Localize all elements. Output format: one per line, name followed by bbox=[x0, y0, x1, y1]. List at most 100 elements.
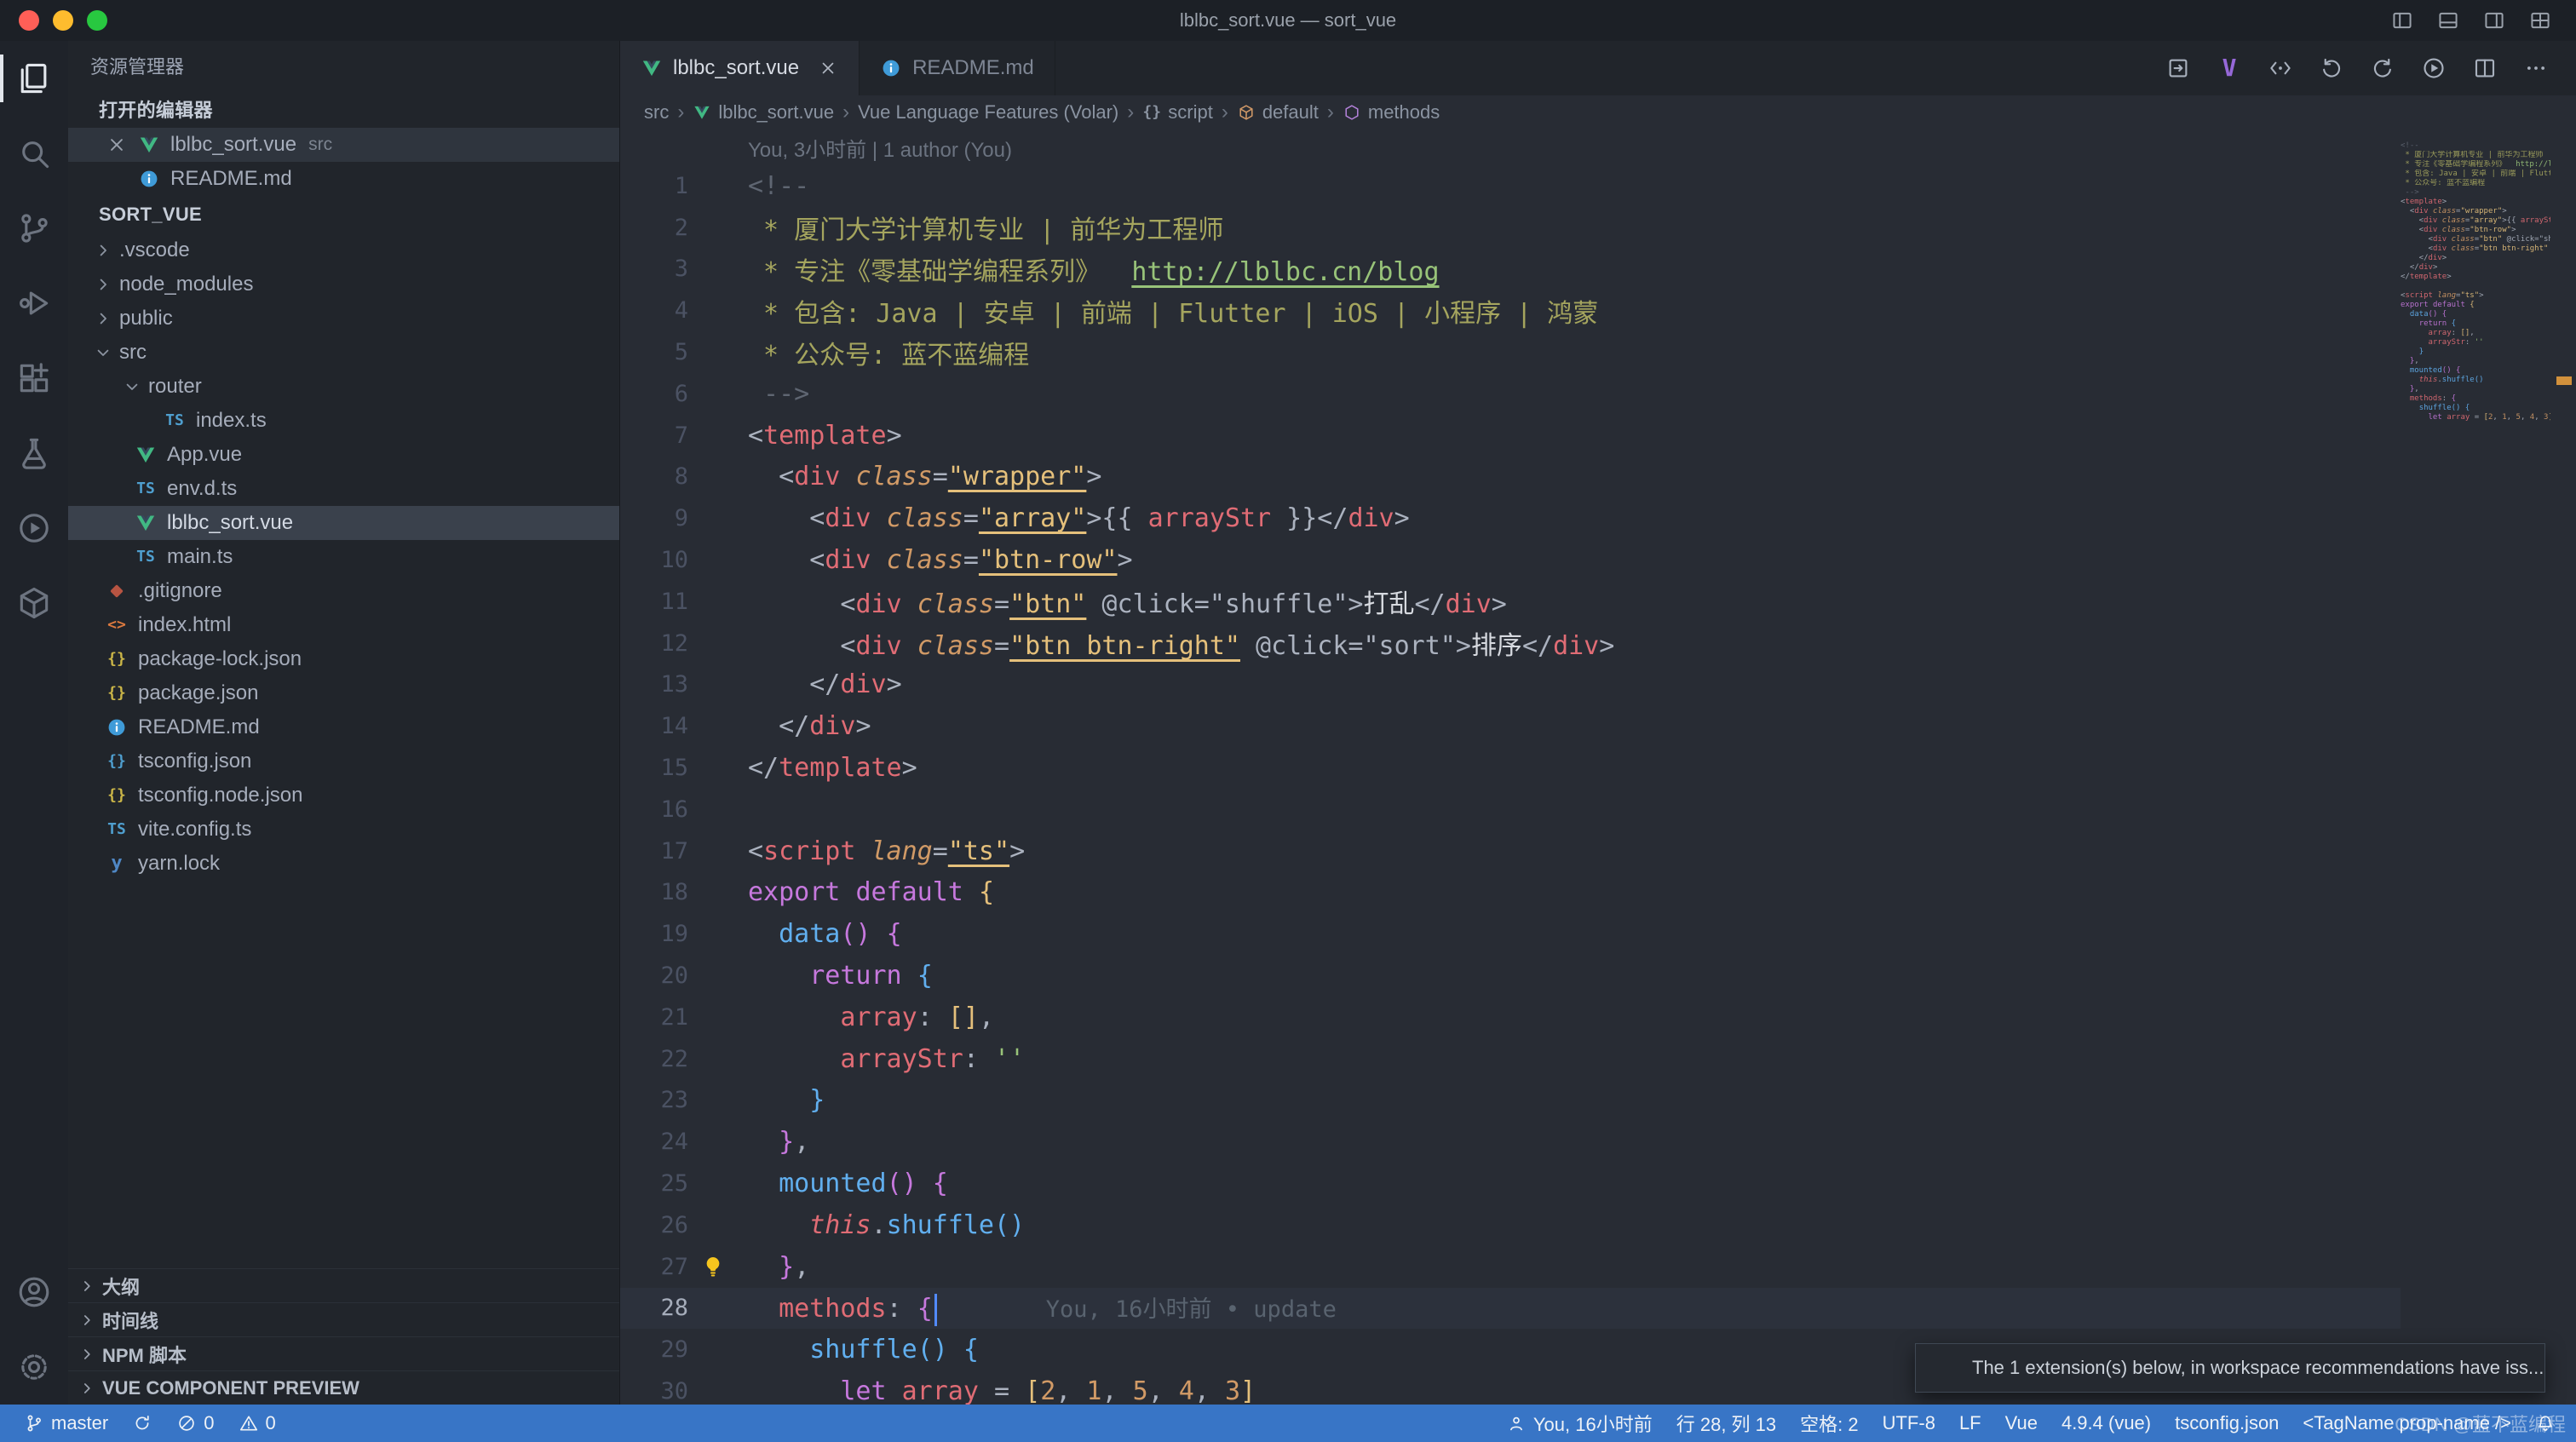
sidebar-section[interactable]: 大纲 bbox=[68, 1268, 619, 1302]
status-problems-warnings[interactable]: 0 bbox=[227, 1405, 288, 1442]
code-line[interactable]: 9 <div class="array">{{ arrayStr }}</div… bbox=[620, 497, 2401, 539]
activity-search[interactable] bbox=[0, 116, 68, 191]
line-number[interactable]: 10 bbox=[620, 547, 688, 573]
minimize-window-button[interactable] bbox=[53, 10, 73, 31]
code-line[interactable]: 5 * 公众号: 蓝不蓝编程 bbox=[620, 331, 2401, 373]
navigate-forward-button[interactable] bbox=[2370, 55, 2395, 81]
line-number[interactable]: 16 bbox=[620, 796, 688, 823]
navigate-back-button[interactable] bbox=[2319, 55, 2344, 81]
code-line[interactable]: 22 arrayStr: '' bbox=[620, 1038, 2401, 1080]
close-icon[interactable] bbox=[818, 58, 838, 78]
status-problems-errors[interactable]: 0 bbox=[164, 1405, 226, 1442]
line-number[interactable]: 8 bbox=[620, 463, 688, 490]
code-line[interactable]: 19 data() { bbox=[620, 913, 2401, 955]
status-sync[interactable] bbox=[120, 1405, 164, 1442]
line-number[interactable]: 2 bbox=[620, 215, 688, 241]
tree-item[interactable]: <>index.html bbox=[68, 608, 619, 642]
code-line[interactable]: 15</template> bbox=[620, 747, 2401, 789]
line-number[interactable]: 13 bbox=[620, 671, 688, 698]
open-editor-item[interactable]: lblbc_sort.vuesrc bbox=[68, 128, 619, 162]
activity-project-manager[interactable] bbox=[0, 566, 68, 641]
toggle-secondary-sidebar-icon[interactable] bbox=[2482, 9, 2506, 32]
open-changes-button[interactable] bbox=[2165, 55, 2191, 81]
status-blame[interactable]: You, 16小时前 bbox=[1494, 1405, 1665, 1442]
line-number[interactable]: 28 bbox=[620, 1295, 688, 1321]
code-line[interactable]: 11 <div class="btn" @click="shuffle">打乱<… bbox=[620, 581, 2401, 623]
tab-lblbc_sort.vue[interactable]: lblbc_sort.vue bbox=[620, 41, 860, 95]
line-number[interactable]: 21 bbox=[620, 1004, 688, 1031]
tree-item[interactable]: .gitignore bbox=[68, 574, 619, 608]
run-file-button[interactable] bbox=[2421, 55, 2447, 81]
line-number[interactable]: 1 bbox=[620, 173, 688, 199]
code-line[interactable]: 16 bbox=[620, 789, 2401, 830]
status-tag-template[interactable]: <TagName prop-name /> bbox=[2291, 1405, 2523, 1442]
code-line[interactable]: 6 --> bbox=[620, 373, 2401, 415]
activity-live-preview[interactable] bbox=[0, 491, 68, 566]
sidebar-section[interactable]: VUE COMPONENT PREVIEW bbox=[68, 1370, 619, 1405]
split-editor-button[interactable] bbox=[2472, 55, 2498, 81]
line-number[interactable]: 4 bbox=[620, 297, 688, 324]
codelens[interactable]: You, 3小时前 | 1 author (You) bbox=[620, 129, 2401, 165]
code-line[interactable]: 7<template> bbox=[620, 415, 2401, 457]
notification-toast[interactable]: The 1 extension(s) below, in workspace r… bbox=[1915, 1343, 2545, 1393]
breadcrumb-item[interactable]: methods bbox=[1343, 101, 1440, 124]
tree-item[interactable]: {}tsconfig.node.json bbox=[68, 778, 619, 813]
tree-item[interactable]: router bbox=[68, 370, 619, 404]
code-line[interactable]: 24 }, bbox=[620, 1121, 2401, 1163]
tree-item[interactable]: TSvite.config.ts bbox=[68, 813, 619, 847]
line-number[interactable]: 27 bbox=[620, 1254, 688, 1280]
close-icon[interactable] bbox=[106, 134, 128, 156]
code-line[interactable]: 21 array: [], bbox=[620, 997, 2401, 1038]
close-window-button[interactable] bbox=[19, 10, 39, 31]
line-number[interactable]: 30 bbox=[620, 1378, 688, 1405]
tree-item[interactable]: README.md bbox=[68, 710, 619, 744]
open-editors-header[interactable]: 打开的编辑器 bbox=[68, 90, 619, 128]
breadcrumb-item[interactable]: lblbc_sort.vue bbox=[693, 101, 834, 124]
minimap[interactable]: <!-- * 厦门大学计算机专业 | 前华为工程师 * 专注《零基础学编程系列》… bbox=[2401, 129, 2550, 1405]
line-number[interactable]: 24 bbox=[620, 1129, 688, 1155]
tree-item[interactable]: lblbc_sort.vue bbox=[68, 506, 619, 540]
line-number[interactable]: 20 bbox=[620, 962, 688, 989]
tree-item[interactable]: App.vue bbox=[68, 438, 619, 472]
activity-accounts[interactable] bbox=[0, 1255, 68, 1330]
code-line[interactable]: 28 methods: {You, 16小时前 • update bbox=[620, 1288, 2401, 1330]
code-line[interactable]: 25 mounted() { bbox=[620, 1163, 2401, 1204]
code-line[interactable]: 3 * 专注《零基础学编程系列》 http://lblbc.cn/blog bbox=[620, 249, 2401, 290]
activity-extensions[interactable] bbox=[0, 341, 68, 416]
breadcrumb-item[interactable]: {}script bbox=[1142, 101, 1213, 124]
code-line[interactable]: 23 } bbox=[620, 1080, 2401, 1122]
code-line[interactable]: 2 * 厦门大学计算机专业 | 前华为工程师 bbox=[620, 207, 2401, 249]
tree-item[interactable]: .vscode bbox=[68, 233, 619, 267]
line-number[interactable]: 18 bbox=[620, 879, 688, 905]
tree-item[interactable]: public bbox=[68, 302, 619, 336]
tree-item[interactable]: {}tsconfig.json bbox=[68, 744, 619, 778]
toggle-panel-icon[interactable] bbox=[2436, 9, 2460, 32]
breadcrumb-item[interactable]: default bbox=[1237, 101, 1319, 124]
status-eol[interactable]: LF bbox=[1947, 1405, 1993, 1442]
toggle-preview-button[interactable] bbox=[2268, 55, 2293, 81]
line-number[interactable]: 3 bbox=[620, 256, 688, 282]
project-header[interactable]: SORT_VUE bbox=[68, 196, 619, 233]
status-notifications[interactable] bbox=[2523, 1405, 2567, 1442]
breadcrumb-item[interactable]: Vue Language Features (Volar) bbox=[858, 101, 1118, 124]
code-line[interactable]: 4 * 包含: Java | 安卓 | 前端 | Flutter | iOS |… bbox=[620, 290, 2401, 331]
line-number[interactable]: 25 bbox=[620, 1170, 688, 1197]
activity-settings[interactable] bbox=[0, 1330, 68, 1405]
code-line[interactable]: 20 return { bbox=[620, 955, 2401, 997]
customize-layout-icon[interactable] bbox=[2528, 9, 2552, 32]
status-ts-version[interactable]: 4.9.4 (vue) bbox=[2050, 1405, 2163, 1442]
code-line[interactable]: 13 </div> bbox=[620, 664, 2401, 706]
line-number[interactable]: 23 bbox=[620, 1087, 688, 1113]
line-number[interactable]: 9 bbox=[620, 505, 688, 531]
line-number[interactable]: 7 bbox=[620, 422, 688, 449]
activity-explorer[interactable] bbox=[0, 41, 68, 116]
tab-README.md[interactable]: README.md bbox=[860, 41, 1055, 95]
toggle-primary-sidebar-icon[interactable] bbox=[2390, 9, 2414, 32]
tree-item[interactable]: node_modules bbox=[68, 267, 619, 302]
tree-item[interactable]: TSmain.ts bbox=[68, 540, 619, 574]
line-number[interactable]: 26 bbox=[620, 1212, 688, 1238]
line-number[interactable]: 15 bbox=[620, 755, 688, 781]
line-number[interactable]: 17 bbox=[620, 838, 688, 865]
volar-button[interactable]: V bbox=[2217, 55, 2242, 81]
status-branch[interactable]: master bbox=[12, 1405, 120, 1442]
